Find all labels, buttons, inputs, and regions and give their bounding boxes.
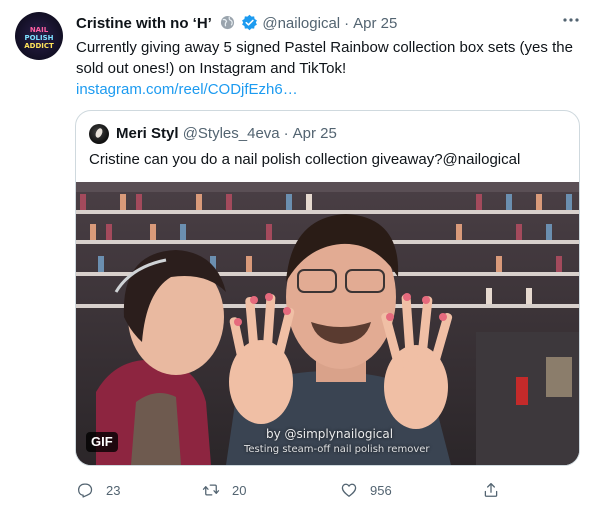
author-handle[interactable]: @nailogical	[262, 15, 340, 32]
tweet-link[interactable]: instagram.com/reel/CODjfEzh6…	[76, 80, 298, 100]
like-count: 956	[370, 482, 392, 498]
quoted-tweet-header: Meri Styl @Styles_4eva · Apr 25	[116, 124, 337, 144]
globe-icon	[220, 15, 235, 30]
quoted-author-handle[interactable]: @Styles_4eva	[183, 125, 280, 142]
retweet-count: 20	[232, 482, 247, 498]
tweet-actions: 23 20 956	[76, 479, 498, 501]
retweet-button[interactable]: 20	[202, 479, 246, 501]
tweet[interactable]: NAIL POLISH ADDICT Cristine with no ‘H’ …	[0, 0, 597, 515]
quoted-tweet-timestamp[interactable]: Apr 25	[293, 125, 337, 142]
video-watermark: by @simplynailogical	[266, 427, 394, 441]
retweet-icon	[202, 484, 220, 496]
reply-button[interactable]: 23	[76, 479, 120, 501]
quoted-tweet-text: Cristine can you do a nail polish collec…	[89, 151, 521, 168]
share-button[interactable]	[482, 479, 500, 501]
reply-count: 23	[106, 482, 121, 498]
quoted-author-name[interactable]: Meri Styl	[116, 125, 179, 142]
reply-icon	[77, 483, 93, 498]
tweet-timestamp[interactable]: Apr 25	[353, 15, 397, 32]
quoted-tweet[interactable]: Meri Styl @Styles_4eva · Apr 25 Cristine c…	[75, 110, 580, 466]
gif-badge: GIF	[86, 432, 118, 452]
separator-dot: ·	[344, 15, 350, 32]
author-display-name[interactable]: Cristine with no ‘H’	[76, 15, 212, 32]
quoted-author-avatar[interactable]	[89, 124, 109, 144]
more-horizontal-icon[interactable]	[561, 14, 581, 34]
video-caption: Testing steam-off nail polish remover	[244, 444, 430, 455]
share-icon	[484, 482, 498, 497]
avatar-logo: NAIL POLISH ADDICT	[24, 26, 54, 50]
verified-badge-icon	[242, 14, 258, 31]
heart-icon	[341, 483, 357, 497]
author-avatar[interactable]: NAIL POLISH ADDICT	[15, 12, 63, 60]
tweet-text: Currently giving away 5 signed Pastel Ra…	[76, 39, 573, 77]
like-button[interactable]: 956	[340, 479, 392, 501]
tweet-header: Cristine with no ‘H’ @nailogical · Apr 25	[76, 14, 576, 34]
gif-frame-image	[76, 182, 579, 465]
separator-dot: ·	[283, 125, 289, 142]
gif-media[interactable]: GIF by @simplynailogical Testing steam-o…	[76, 182, 579, 465]
